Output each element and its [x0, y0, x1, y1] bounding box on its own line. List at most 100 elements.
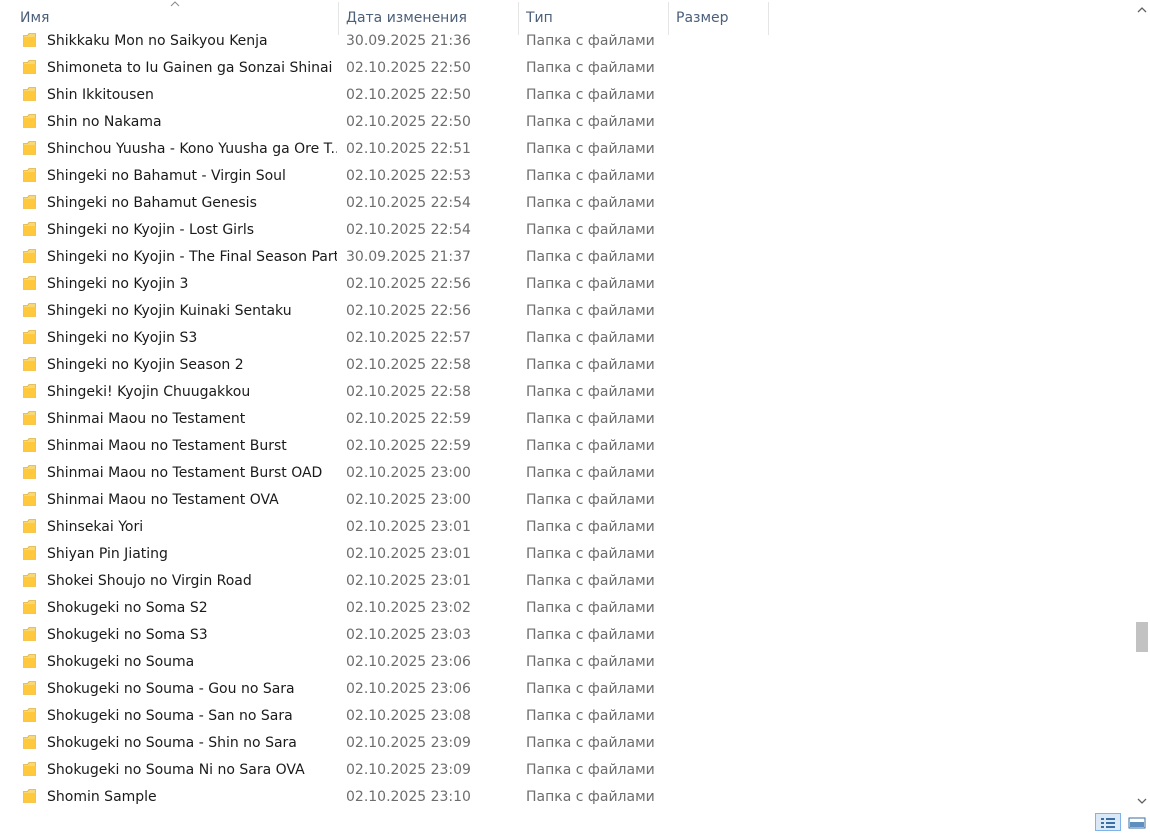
file-name[interactable]: Shingeki no Bahamut - Virgin Soul: [47, 163, 337, 190]
date-modified: 02.10.2025 22:58: [346, 357, 471, 373]
table-row[interactable]: Shingeki no Bahamut Genesis 02.10.2025 22…: [13, 190, 773, 217]
date-modified: 02.10.2025 23:01: [346, 519, 471, 535]
file-name[interactable]: Shokugeki no Souma - Gou no Sara: [47, 676, 337, 703]
folder-icon: [23, 681, 36, 695]
folder-icon: [23, 411, 36, 425]
table-row[interactable]: Shinmai Maou no Testament 02.10.2025 22:5…: [13, 406, 773, 433]
folder-icon: [23, 465, 36, 479]
date-modified: 02.10.2025 23:01: [346, 546, 471, 562]
table-row[interactable]: Shokugeki no Souma Ni no Sara OVA 02.10.2…: [13, 757, 773, 784]
folder-icon: [23, 222, 36, 236]
table-row[interactable]: Shokugeki no Souma - Gou no Sara 02.10.20…: [13, 676, 773, 703]
date-modified: 02.10.2025 23:08: [346, 708, 471, 724]
folder-icon: [23, 492, 36, 506]
file-type: Папка с файлами: [526, 87, 655, 103]
date-modified: 02.10.2025 23:06: [346, 654, 471, 670]
file-type: Папка с файлами: [526, 681, 655, 697]
file-name[interactable]: Shinmai Maou no Testament: [47, 406, 337, 433]
table-row[interactable]: Shokugeki no Souma - Shin no Sara 02.10.2…: [13, 730, 773, 757]
file-type: Папка с файлами: [526, 492, 655, 508]
file-type: Папка с файлами: [526, 141, 655, 157]
file-name[interactable]: Shingeki no Kyojin - The Final Season Pa…: [47, 244, 337, 271]
file-type: Папка с файлами: [526, 249, 655, 265]
file-name[interactable]: Shinmai Maou no Testament Burst: [47, 433, 337, 460]
date-modified: 02.10.2025 22:58: [346, 384, 471, 400]
table-row[interactable]: Shingeki no Kyojin Kuinaki Sentaku 02.10.…: [13, 298, 773, 325]
date-modified: 02.10.2025 22:57: [346, 330, 471, 346]
folder-icon: [23, 654, 36, 668]
date-modified: 02.10.2025 23:03: [346, 627, 471, 643]
table-row[interactable]: Shikkaku Mon no Saikyou Kenja 30.09.2025 …: [13, 28, 773, 55]
table-row[interactable]: Shinsekai Yori 02.10.2025 23:01 Папка с фа…: [13, 514, 773, 541]
folder-icon: [23, 33, 36, 47]
file-type: Папка с файлами: [526, 573, 655, 589]
table-row[interactable]: Shokugeki no Souma - San no Sara 02.10.20…: [13, 703, 773, 730]
table-row[interactable]: Shinchou Yuusha - Kono Yuusha ga Ore T..…: [13, 136, 773, 163]
file-name[interactable]: Shokugeki no Souma: [47, 649, 337, 676]
table-row[interactable]: Shinmai Maou no Testament Burst 02.10.202…: [13, 433, 773, 460]
folder-icon: [23, 276, 36, 290]
vertical-scrollbar[interactable]: [1134, 0, 1150, 811]
file-name[interactable]: Shingeki no Kyojin - Lost Girls: [47, 217, 337, 244]
file-name[interactable]: Shingeki no Kyojin S3: [47, 325, 337, 352]
folder-icon: [23, 168, 36, 182]
file-name[interactable]: Shomin Sample: [47, 784, 337, 811]
file-name[interactable]: Shingeki no Kyojin Season 2: [47, 352, 337, 379]
date-modified: 02.10.2025 23:10: [346, 789, 471, 805]
file-name[interactable]: Shingeki no Kyojin Kuinaki Sentaku: [47, 298, 337, 325]
table-row[interactable]: Shin no Nakama 02.10.2025 22:50 Папка с фа…: [13, 109, 773, 136]
folder-icon: [23, 384, 36, 398]
table-row[interactable]: Shingeki no Kyojin - Lost Girls 02.10.202…: [13, 217, 773, 244]
file-name[interactable]: Shokugeki no Souma - San no Sara: [47, 703, 337, 730]
folder-icon: [23, 600, 36, 614]
file-type: Папка с файлами: [526, 303, 655, 319]
table-row[interactable]: Shomin Sample 02.10.2025 23:10 Папка с фай…: [13, 784, 773, 811]
file-name[interactable]: Shiyan Pin Jiating: [47, 541, 337, 568]
table-row[interactable]: Shingeki! Kyojin Chuugakkou 02.10.2025 22…: [13, 379, 773, 406]
table-row[interactable]: Shinmai Maou no Testament Burst OAD 02.10…: [13, 460, 773, 487]
file-name[interactable]: Shinsekai Yori: [47, 514, 337, 541]
details-view-button[interactable]: [1095, 813, 1121, 831]
file-name[interactable]: Shokugeki no Soma S2: [47, 595, 337, 622]
file-name[interactable]: Shikkaku Mon no Saikyou Kenja: [47, 28, 337, 55]
file-type: Папка с файлами: [526, 168, 655, 184]
file-type: Папка с файлами: [526, 735, 655, 751]
file-name[interactable]: Shin no Nakama: [47, 109, 337, 136]
table-row[interactable]: Shokugeki no Soma S3 02.10.2025 23:03 Папк…: [13, 622, 773, 649]
file-type: Папка с файлами: [526, 465, 655, 481]
scrollbar-thumb[interactable]: [1136, 622, 1148, 652]
table-row[interactable]: Shinmai Maou no Testament OVA 02.10.2025 …: [13, 487, 773, 514]
table-row[interactable]: Shokei Shoujo no Virgin Road 02.10.2025 2…: [13, 568, 773, 595]
scroll-down-icon[interactable]: [1137, 797, 1147, 805]
table-row[interactable]: Shimoneta to Iu Gainen ga Sonzai Shinai …: [13, 55, 773, 82]
file-name[interactable]: Shingeki no Kyojin 3: [47, 271, 337, 298]
table-row[interactable]: Shingeki no Kyojin - The Final Season Pa…: [13, 244, 773, 271]
file-name[interactable]: Shokugeki no Souma - Shin no Sara: [47, 730, 337, 757]
table-row[interactable]: Shingeki no Bahamut - Virgin Soul 02.10.2…: [13, 163, 773, 190]
table-row[interactable]: Shingeki no Kyojin 3 02.10.2025 22:56 Папк…: [13, 271, 773, 298]
file-type: Папка с файлами: [526, 384, 655, 400]
table-row[interactable]: Shokugeki no Souma 02.10.2025 23:06 Папка …: [13, 649, 773, 676]
file-name[interactable]: Shinmai Maou no Testament Burst OAD: [47, 460, 337, 487]
large-icons-view-button[interactable]: [1126, 813, 1150, 831]
file-name[interactable]: Shokugeki no Souma Ni no Sara OVA: [47, 757, 337, 784]
file-name[interactable]: Shin Ikkitousen: [47, 82, 337, 109]
date-modified: 02.10.2025 23:09: [346, 762, 471, 778]
file-name[interactable]: Shokugeki no Soma S3: [47, 622, 337, 649]
file-name[interactable]: Shokei Shoujo no Virgin Road: [47, 568, 337, 595]
date-modified: 02.10.2025 22:50: [346, 87, 471, 103]
date-modified: 02.10.2025 22:54: [346, 195, 471, 211]
folder-icon: [23, 357, 36, 371]
table-row[interactable]: Shingeki no Kyojin S3 02.10.2025 22:57 Пап…: [13, 325, 773, 352]
file-name[interactable]: Shingeki no Bahamut Genesis: [47, 190, 337, 217]
scroll-up-icon[interactable]: [1137, 6, 1147, 14]
table-row[interactable]: Shokugeki no Soma S2 02.10.2025 23:02 Папк…: [13, 595, 773, 622]
file-name[interactable]: Shinmai Maou no Testament OVA: [47, 487, 337, 514]
date-modified: 30.09.2025 21:37: [346, 249, 471, 265]
file-name[interactable]: Shingeki! Kyojin Chuugakkou: [47, 379, 337, 406]
file-name[interactable]: Shimoneta to Iu Gainen ga Sonzai Shinai …: [47, 55, 337, 82]
table-row[interactable]: Shingeki no Kyojin Season 2 02.10.2025 22…: [13, 352, 773, 379]
file-name[interactable]: Shinchou Yuusha - Kono Yuusha ga Ore T..…: [47, 136, 337, 163]
table-row[interactable]: Shiyan Pin Jiating 02.10.2025 23:01 Папка …: [13, 541, 773, 568]
table-row[interactable]: Shin Ikkitousen 02.10.2025 22:50 Папка с ф…: [13, 82, 773, 109]
